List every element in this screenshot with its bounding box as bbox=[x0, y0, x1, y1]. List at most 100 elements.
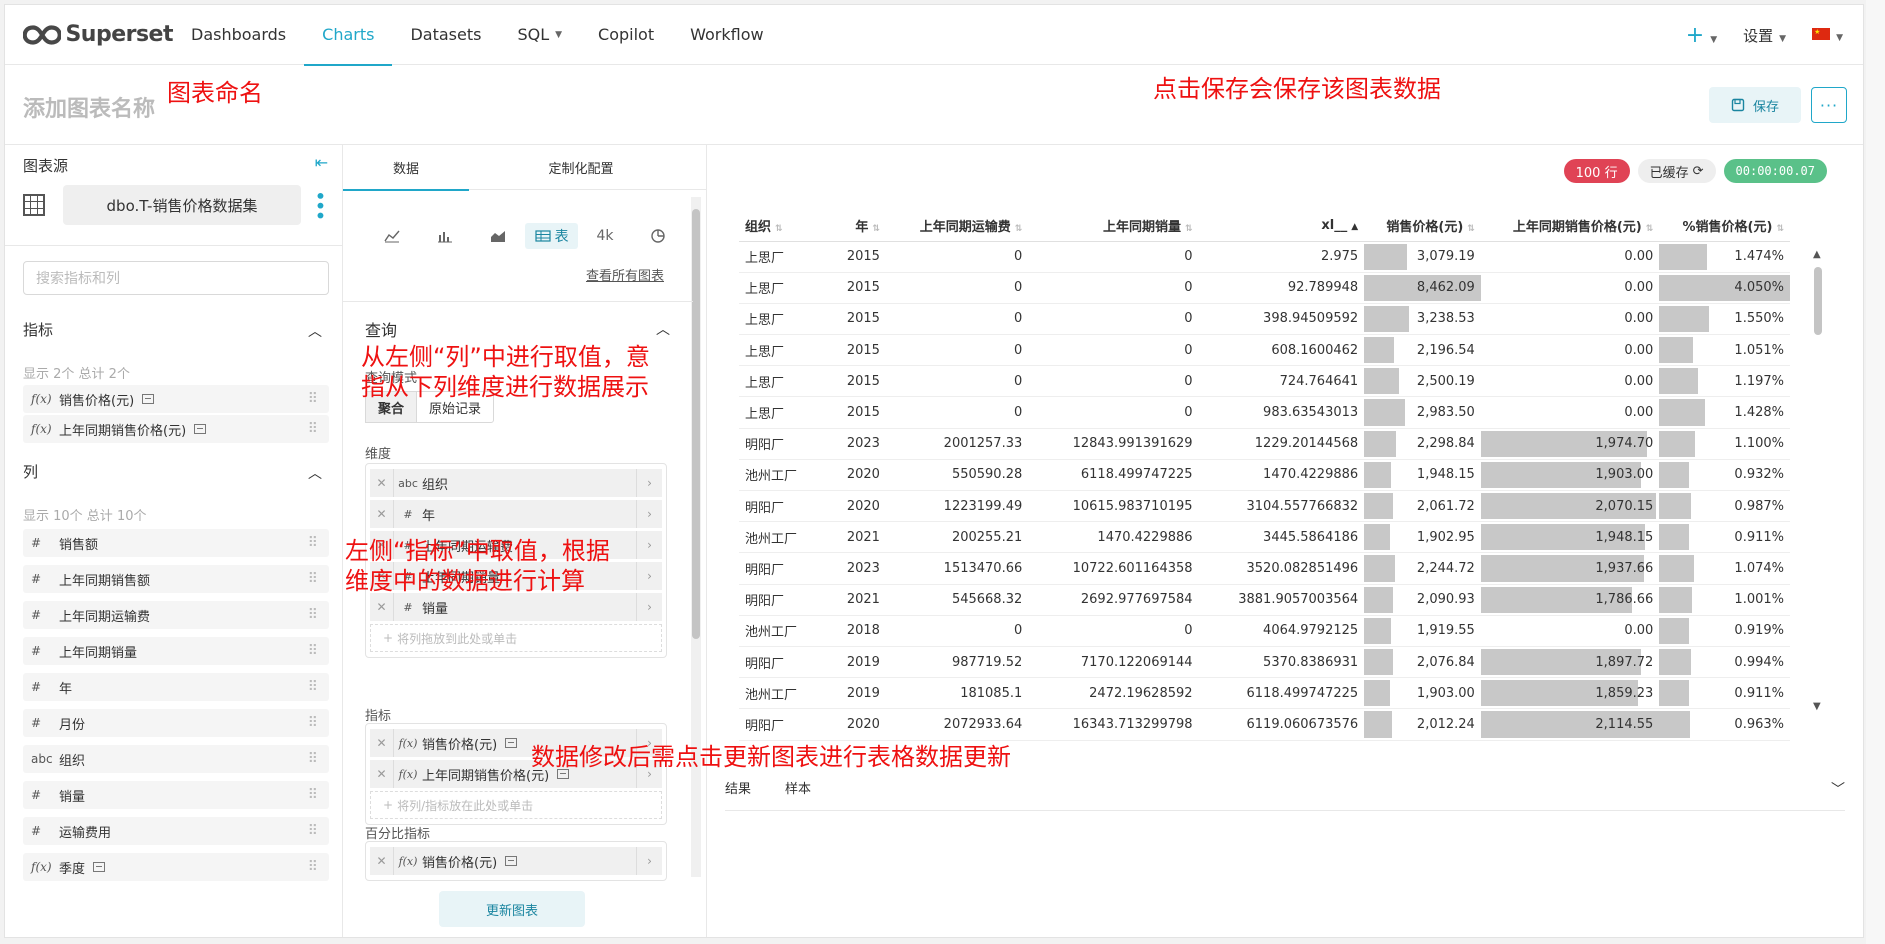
remove-icon[interactable]: ✕ bbox=[370, 729, 394, 757]
scroll-thumb[interactable] bbox=[692, 209, 700, 639]
collapse-panel-icon[interactable]: ⇤ bbox=[315, 153, 328, 172]
more-actions-button[interactable]: ··· bbox=[1811, 87, 1847, 123]
drag-handle-icon[interactable]: ⠿ bbox=[308, 787, 318, 803]
column-item[interactable]: # 月份 ⠿ bbox=[23, 709, 329, 737]
metrics-drop-zone[interactable]: + 将列/指标放在此处或单击 bbox=[370, 791, 662, 819]
chevron-down-icon[interactable]: ﹀ bbox=[1831, 779, 1845, 799]
nav-dashboards[interactable]: Dashboards bbox=[173, 5, 304, 65]
column-header[interactable]: 上年同期运输费 ⇅ bbox=[885, 211, 1029, 242]
chevron-right-icon[interactable]: › bbox=[636, 593, 662, 621]
new-menu[interactable]: + ▼ bbox=[1686, 23, 1717, 48]
metrics-section-title: 指标 bbox=[23, 321, 54, 339]
see-all-charts-link[interactable]: 查看所有图表 bbox=[586, 265, 664, 284]
sort-icon: ⇅ bbox=[1645, 224, 1654, 235]
column-header[interactable]: 年 ⇅ bbox=[820, 211, 886, 242]
metric-item[interactable]: f(x) 上年同期销售价格(元) ⠿ bbox=[23, 415, 329, 443]
column-item[interactable]: # 运输费用 ⠿ bbox=[23, 817, 329, 845]
column-item[interactable]: # 上年同期运输费 ⠿ bbox=[23, 601, 329, 629]
metric-item[interactable]: f(x) 销售价格(元) ⠿ bbox=[23, 385, 329, 413]
column-header[interactable]: 上年同期销售价格(元) ⇅ bbox=[1480, 211, 1660, 242]
tab-samples[interactable]: 样本 bbox=[785, 778, 811, 797]
nav-datasets[interactable]: Datasets bbox=[392, 5, 499, 65]
dimension-item[interactable]: ✕ # 销量 › bbox=[370, 593, 662, 621]
drag-handle-icon[interactable]: ⠿ bbox=[308, 643, 318, 659]
language-menu[interactable]: ▼ bbox=[1812, 26, 1843, 44]
cached-badge[interactable]: 已缓存 ⟳ bbox=[1637, 159, 1716, 183]
tab-results[interactable]: 结果 bbox=[725, 778, 751, 797]
table-chart-icon[interactable]: 表 bbox=[524, 223, 579, 249]
drag-handle-icon[interactable]: ⠿ bbox=[308, 421, 318, 437]
column-item[interactable]: f(x) 季度 ⠿ bbox=[23, 853, 329, 881]
line-chart-icon[interactable] bbox=[365, 223, 418, 249]
chevron-right-icon[interactable]: › bbox=[636, 500, 662, 528]
drag-handle-icon[interactable]: ⠿ bbox=[308, 823, 318, 839]
drag-handle-icon[interactable]: ⠿ bbox=[308, 859, 318, 875]
datasource-menu-icon[interactable]: ••• bbox=[308, 190, 332, 219]
cell-value: 2015 bbox=[846, 373, 880, 389]
nav-workflow[interactable]: Workflow bbox=[672, 5, 781, 65]
chevron-up-icon[interactable]: ︿ bbox=[308, 463, 322, 483]
pie-chart-icon[interactable] bbox=[632, 223, 685, 249]
search-input[interactable]: 搜索指标和列 bbox=[23, 261, 329, 295]
chevron-up-icon[interactable]: ︿ bbox=[308, 321, 322, 341]
table-cell: 1.051% bbox=[1659, 334, 1790, 367]
drag-handle-icon[interactable]: ⠿ bbox=[308, 535, 318, 551]
update-chart-button[interactable]: 更新图表 bbox=[439, 891, 585, 927]
column-header[interactable]: %销售价格(元) ⇅ bbox=[1659, 211, 1790, 242]
chart-name-input[interactable]: 添加图表名称 bbox=[23, 91, 155, 123]
table-scrollbar[interactable]: ▲ ▼ bbox=[1813, 249, 1823, 713]
chevron-right-icon[interactable]: › bbox=[636, 531, 662, 559]
save-button[interactable]: 保存 bbox=[1709, 87, 1801, 123]
area-chart-icon[interactable] bbox=[472, 223, 525, 249]
column-header[interactable]: 上年同期销量 ⇅ bbox=[1028, 211, 1199, 242]
remove-icon[interactable]: ✕ bbox=[370, 500, 394, 528]
column-item[interactable]: # 上年同期销售额 ⠿ bbox=[23, 565, 329, 593]
datasource-name[interactable]: dbo.T-销售价格数据集 bbox=[63, 185, 301, 225]
drag-handle-icon[interactable]: ⠿ bbox=[308, 391, 318, 407]
cell-value: 545668.32 bbox=[951, 592, 1023, 608]
column-item[interactable]: # 上年同期销量 ⠿ bbox=[23, 637, 329, 665]
nav-copilot[interactable]: Copilot bbox=[580, 5, 672, 65]
remove-icon[interactable]: ✕ bbox=[370, 469, 394, 497]
column-label: 上年同期销售额 bbox=[59, 573, 151, 589]
column-item[interactable]: # 销售额 ⠿ bbox=[23, 529, 329, 557]
settings-menu[interactable]: 设置 ▼ bbox=[1743, 25, 1786, 46]
table-cell: 0 bbox=[1028, 334, 1199, 367]
dimension-item[interactable]: ✕ # 年 › bbox=[370, 500, 662, 528]
drag-handle-icon[interactable]: ⠿ bbox=[308, 679, 318, 695]
nav-sql[interactable]: SQL ▼ bbox=[499, 5, 580, 65]
drag-handle-icon[interactable]: ⠿ bbox=[308, 607, 318, 623]
scroll-thumb[interactable] bbox=[1814, 267, 1822, 335]
chevron-right-icon[interactable]: › bbox=[636, 469, 662, 497]
dimensions-drop-zone[interactable]: + 将列拖放到此处或单击 bbox=[370, 624, 662, 652]
column-header[interactable]: xl__ ▲ bbox=[1198, 211, 1365, 242]
scroll-up-icon[interactable]: ▲ bbox=[1813, 249, 1821, 260]
big-number-icon[interactable]: 4k bbox=[578, 223, 631, 249]
column-item[interactable]: # 销量 ⠿ bbox=[23, 781, 329, 809]
drag-handle-icon[interactable]: ⠿ bbox=[308, 715, 318, 731]
remove-icon[interactable]: ✕ bbox=[370, 847, 394, 875]
chevron-up-icon[interactable]: ︿ bbox=[656, 319, 670, 339]
drag-handle-icon[interactable]: ⠿ bbox=[308, 571, 318, 587]
column-item[interactable]: abc 组织 ⠿ bbox=[23, 745, 329, 773]
table-cell: 0.00 bbox=[1480, 365, 1660, 398]
chevron-right-icon[interactable]: › bbox=[636, 562, 662, 590]
column-header[interactable]: 组织 ⇅ bbox=[739, 211, 821, 242]
config-scrollbar[interactable] bbox=[691, 197, 701, 877]
tab-customize[interactable]: 定制化配置 bbox=[469, 145, 693, 190]
nav-charts[interactable]: Charts bbox=[304, 5, 393, 66]
chevron-right-icon[interactable]: › bbox=[636, 847, 662, 875]
cell-value: 1,897.72 bbox=[1595, 654, 1654, 670]
dimension-item[interactable]: ✕ abc 组织 › bbox=[370, 469, 662, 497]
table-row: 池州工厂 2019 181085.1 2472.19628592 6118.499747… bbox=[739, 677, 1790, 710]
bar-chart-icon[interactable] bbox=[418, 223, 471, 249]
percent-metric-item[interactable]: ✕ f(x) 销售价格(元) › bbox=[370, 847, 662, 875]
remove-icon[interactable]: ✕ bbox=[370, 760, 394, 788]
tab-data[interactable]: 数据 bbox=[343, 145, 469, 191]
column-header[interactable]: 销售价格(元) ⇅ bbox=[1364, 211, 1481, 242]
remove-icon[interactable]: ✕ bbox=[370, 593, 394, 621]
column-item[interactable]: # 年 ⠿ bbox=[23, 673, 329, 701]
scroll-down-icon[interactable]: ▼ bbox=[1813, 701, 1821, 712]
superset-logo[interactable]: Superset bbox=[23, 22, 173, 48]
drag-handle-icon[interactable]: ⠿ bbox=[308, 751, 318, 767]
